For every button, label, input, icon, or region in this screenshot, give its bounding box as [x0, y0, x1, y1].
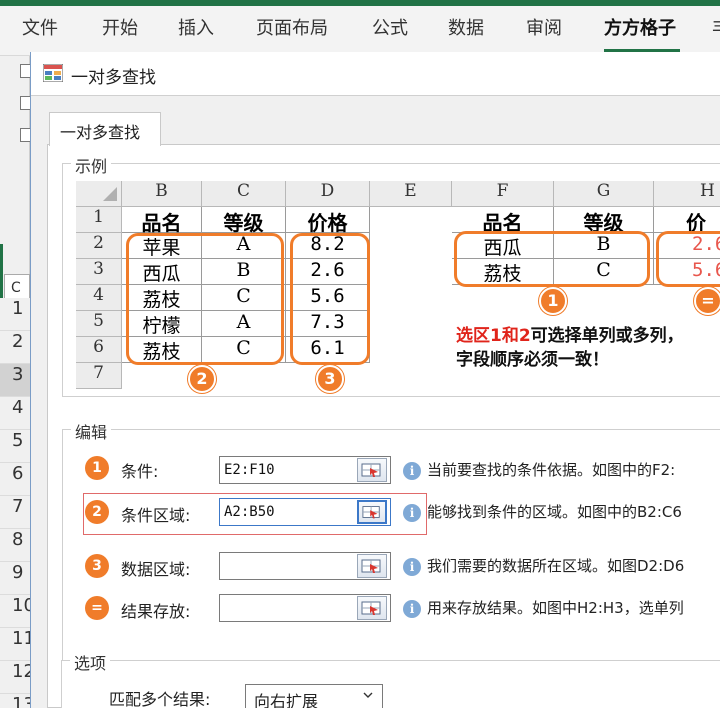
highlight-result [656, 231, 720, 287]
range-select-icon [361, 463, 381, 477]
col-header: D [286, 181, 370, 207]
range-picker-button[interactable] [357, 500, 387, 524]
row-number: 2 [76, 233, 122, 259]
range-select-icon [361, 601, 381, 615]
example-note-line1-rest: 可选择单列或多列， [530, 326, 684, 346]
range-select-icon [361, 559, 381, 573]
ribbon-accent-bar [0, 0, 720, 6]
row-header[interactable]: 4 [0, 397, 30, 430]
match-multiple-value: 向右扩展 [254, 692, 319, 708]
tab-overflow[interactable]: 丰 [712, 14, 720, 40]
corner-triangle-icon [102, 187, 117, 201]
col-header: C [202, 181, 286, 207]
tab-review[interactable]: 审阅 [526, 14, 562, 40]
example-note-highlight: 选区1和2 [456, 326, 531, 346]
row-number: 4 [76, 285, 122, 311]
row-number: 3 [76, 259, 122, 285]
highlight-condition-range [126, 233, 284, 365]
row-header[interactable]: 8 [0, 529, 30, 562]
match-multiple-select[interactable]: 向右扩展 [245, 684, 383, 708]
data-range-description: 我们需要的数据所在区域。如图D2:D6 [427, 557, 685, 575]
tab-home[interactable]: 开始 [102, 14, 138, 40]
empty-cell [370, 207, 452, 233]
row-header[interactable]: 6 [0, 463, 30, 496]
col-header: F [452, 181, 554, 207]
row-header[interactable]: 2 [0, 331, 30, 364]
badge-2: 2 [188, 365, 216, 393]
row-number: 1 [76, 207, 122, 233]
tab-page-layout[interactable]: 页面布局 [256, 14, 328, 40]
badge-3: 3 [85, 554, 109, 578]
ribbon: 文件 开始 插入 页面布局 公式 数据 审阅 方方格子 丰 [0, 0, 720, 56]
edit-group-label: 编辑 [71, 419, 112, 443]
condition-label: 条件: [121, 462, 159, 481]
badge-1: 1 [85, 456, 109, 480]
range-picker-button[interactable] [357, 596, 387, 620]
example-note-line2: 字段顺序必须一致！ [456, 350, 609, 370]
example-group-label: 示例 [71, 153, 112, 177]
table-header-cell: 品名 [452, 207, 554, 235]
col-header: E [370, 181, 452, 207]
range-picker-button[interactable] [357, 458, 387, 482]
row-header[interactable]: 11 [0, 628, 35, 661]
row-header[interactable]: 5 [0, 430, 30, 463]
tab-fangfangezi[interactable]: 方方格子 [604, 14, 676, 40]
chevron-down-icon [363, 692, 373, 698]
table-header-cell: 品名 [122, 207, 202, 235]
data-range-label: 数据区域: [121, 560, 191, 579]
table-header-cell: 价格 [654, 207, 720, 264]
info-icon[interactable]: i [403, 462, 421, 480]
tab-data[interactable]: 数据 [448, 14, 484, 40]
condition-description: 当前要查找的条件依据。如图中的F2: [427, 461, 676, 479]
row-header[interactable]: 12 [0, 661, 35, 694]
col-header: B [122, 181, 202, 207]
row-header[interactable]: 13 [0, 694, 35, 708]
grid-corner [76, 181, 122, 207]
background-sheet-strip: C 1 2 3 4 5 6 7 8 9 10 11 12 13 [0, 56, 35, 708]
highlight-condition [454, 231, 650, 287]
condition-range-description: 能够找到条件的区域。如图中的B2:C6 [427, 503, 682, 521]
col-header: G [554, 181, 654, 207]
row-number: 5 [76, 311, 122, 337]
range-picker-button[interactable] [357, 554, 387, 578]
info-icon[interactable]: i [403, 558, 421, 576]
condition-range-label: 条件区域: [121, 506, 191, 525]
info-icon[interactable]: i [403, 600, 421, 618]
range-select-icon [362, 506, 380, 519]
row-number: 7 [76, 363, 122, 389]
badge-2: 2 [85, 500, 109, 524]
row-header[interactable]: 3 [0, 364, 30, 397]
col-header: H [654, 181, 720, 207]
row-header[interactable]: 9 [0, 562, 30, 595]
table-header-cell: 价格 [286, 207, 370, 235]
result-location-label: 结果存放: [121, 602, 191, 621]
row-header[interactable]: 1 [0, 298, 30, 331]
row-number: 6 [76, 337, 122, 363]
lookup-dialog: 一对多查找 一对多查找 示例 B C D E F G H 1 2 3 4 5 6… [30, 52, 720, 708]
info-icon[interactable]: i [403, 504, 421, 522]
table-header-cell: 等级 [554, 207, 654, 235]
app-icon [43, 64, 63, 82]
tab-insert[interactable]: 插入 [178, 14, 214, 40]
badge-3: 3 [316, 365, 344, 393]
badge-1: 1 [539, 287, 567, 315]
badge-equals: = [694, 287, 720, 315]
table-header-cell: 等级 [202, 207, 286, 235]
example-note-line1: 选区1和2可选择单列或多列， [456, 321, 684, 346]
tab-one-to-many-lookup[interactable]: 一对多查找 [49, 112, 161, 146]
options-group-label: 选项 [70, 650, 111, 674]
result-location-description: 用来存放结果。如图中H2:H3，选单列 [427, 599, 684, 617]
highlight-data-range [290, 233, 370, 365]
match-multiple-label: 匹配多个结果: [109, 690, 211, 708]
dialog-titlebar[interactable]: 一对多查找 [31, 52, 720, 96]
tab-formulas[interactable]: 公式 [372, 14, 408, 40]
example-image: B C D E F G H 1 2 3 4 5 6 7 品名 等级 价格 苹果 … [76, 181, 720, 393]
row-header[interactable]: 7 [0, 496, 30, 529]
tab-page: 示例 B C D E F G H 1 2 3 4 5 6 7 品名 等级 价格 … [47, 144, 720, 708]
dialog-title: 一对多查找 [71, 68, 156, 88]
row-header[interactable]: 10 [0, 595, 35, 628]
tab-file[interactable]: 文件 [22, 14, 58, 40]
badge-equals: = [85, 596, 109, 620]
